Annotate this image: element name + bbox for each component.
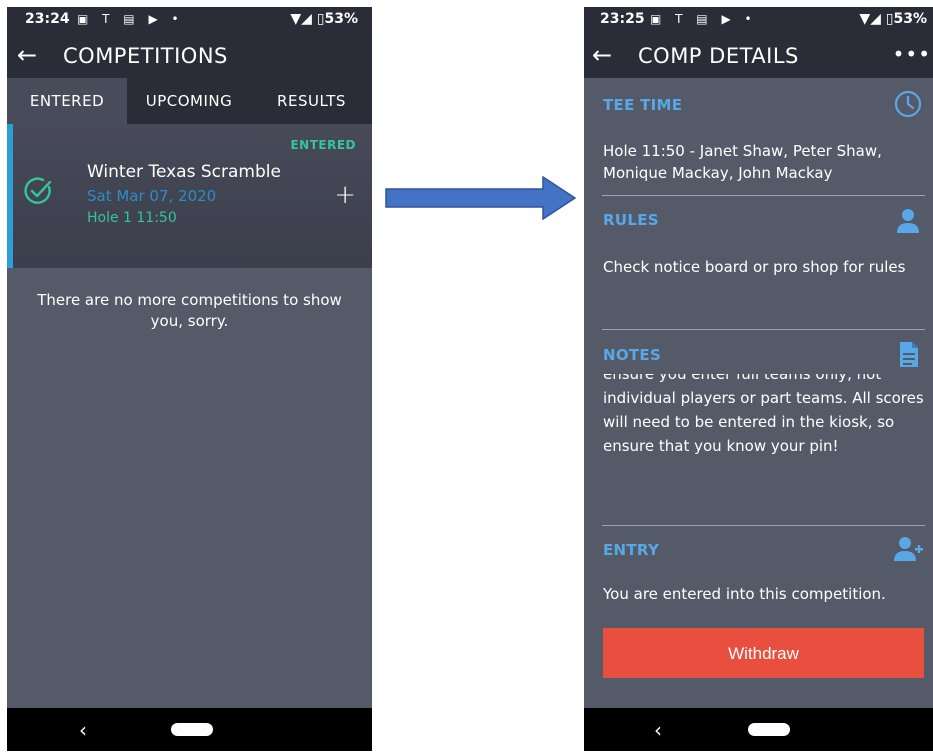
tab-results[interactable]: RESULTS — [251, 78, 372, 124]
person-icon — [897, 209, 919, 233]
notes-scroll-area[interactable]: ensure you enter full teams only, not in… — [603, 374, 925, 500]
page-title: COMP DETAILS — [638, 44, 799, 68]
back-arrow-icon[interactable]: ← — [17, 41, 37, 69]
withdraw-button[interactable]: Withdraw — [603, 628, 924, 678]
system-nav-bar: ‹ — [584, 708, 933, 751]
divider — [602, 329, 925, 330]
clock-icon — [894, 90, 922, 118]
battery-indicator: ▼◢ ▯53% — [290, 11, 358, 27]
nav-back-icon[interactable]: ‹ — [654, 718, 662, 742]
entry-text: You are entered into this competition. — [603, 585, 886, 603]
rules-text: Check notice board or pro shop for rules — [603, 258, 906, 276]
empty-message: There are no more competitions to show y… — [37, 291, 342, 330]
tee-time-heading: TEE TIME — [603, 96, 683, 114]
status-time: 23:24 — [25, 11, 70, 27]
rules-heading: RULES — [603, 211, 659, 229]
status-bar: 23:25 ▣ T ▤ ▶ • ▼◢ ▯53% — [584, 7, 933, 33]
notification-icons: ▣ T ▤ ▶ • — [77, 12, 184, 26]
card-accent-bar — [7, 124, 13, 268]
competition-date: Sat Mar 07, 2020 — [87, 187, 217, 205]
divider — [602, 525, 925, 526]
nav-home-pill[interactable] — [171, 723, 213, 736]
battery-indicator: ▼◢ ▯53% — [859, 11, 927, 27]
app-bar: ← COMP DETAILS ••• — [584, 33, 933, 78]
back-arrow-icon[interactable]: ← — [592, 41, 612, 69]
notes-heading: NOTES — [603, 346, 662, 364]
tab-bar: ENTERED UPCOMING RESULTS — [7, 78, 372, 124]
status-time: 23:25 — [600, 11, 645, 27]
check-circle-icon — [24, 177, 52, 204]
system-nav-bar: ‹ — [7, 708, 372, 751]
notes-text: ensure you enter full teams only, not in… — [603, 374, 924, 455]
competitions-screen: 23:24 ▣ T ▤ ▶ • ▼◢ ▯53% ← COMPETITIONS E… — [7, 7, 372, 751]
page-title: COMPETITIONS — [63, 44, 228, 68]
entered-badge: ENTERED — [290, 138, 356, 152]
competition-card[interactable]: ENTERED Winter Texas Scramble Sat Mar 07… — [7, 124, 372, 268]
competition-name: Winter Texas Scramble — [87, 162, 281, 182]
entry-heading: ENTRY — [603, 541, 660, 559]
tab-entered[interactable]: ENTERED — [7, 78, 127, 124]
expand-plus-icon[interactable]: + — [334, 180, 356, 210]
app-bar: ← COMPETITIONS — [7, 33, 372, 78]
notification-icons: ▣ T ▤ ▶ • — [650, 12, 757, 26]
more-options-icon[interactable]: ••• — [893, 42, 931, 66]
status-bar: 23:24 ▣ T ▤ ▶ • ▼◢ ▯53% — [7, 7, 372, 33]
add-person-icon — [894, 537, 923, 561]
competition-hole: Hole 1 11:50 — [87, 210, 177, 226]
arrow-right-icon — [385, 176, 577, 220]
document-icon — [900, 342, 918, 367]
nav-home-pill[interactable] — [748, 723, 790, 736]
comp-details-screen: 23:25 ▣ T ▤ ▶ • ▼◢ ▯53% ← COMP DETAILS •… — [584, 7, 933, 751]
divider — [602, 195, 925, 196]
tee-time-text: Hole 11:50 - Janet Shaw, Peter Shaw, Mon… — [603, 142, 882, 182]
tab-upcoming[interactable]: UPCOMING — [127, 78, 251, 124]
nav-back-icon[interactable]: ‹ — [79, 718, 87, 742]
